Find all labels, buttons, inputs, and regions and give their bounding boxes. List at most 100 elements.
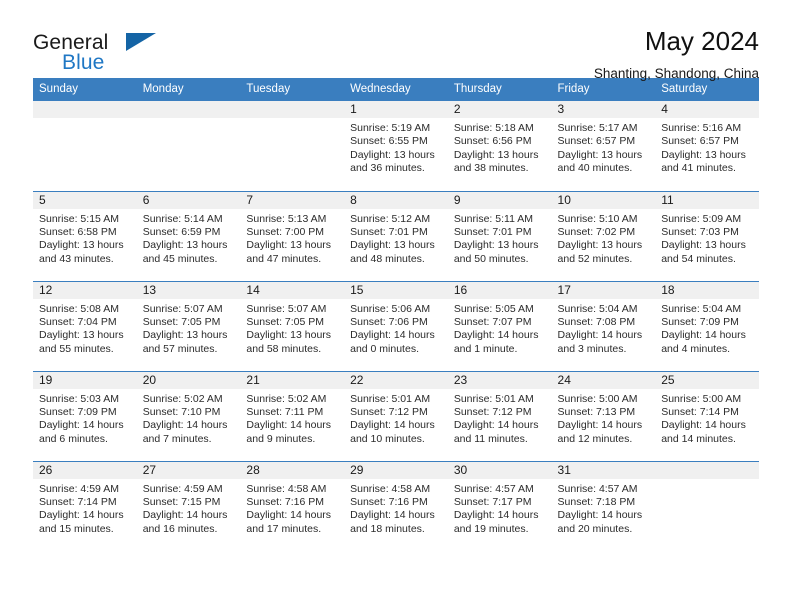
calendar-day-cell[interactable]: 28 Sunrise: 4:58 AM Sunset: 7:16 PM Dayligh…	[240, 461, 345, 551]
day-detail-line: and 43 minutes.	[39, 252, 114, 265]
page-title: May 2024	[644, 26, 759, 56]
calendar-day-cell[interactable]: 16 Sunrise: 5:05 AM Sunset: 7:07 PM Dayligh…	[447, 281, 552, 372]
day-number: 11	[655, 191, 759, 209]
day-detail-line: Sunrise: 5:13 AM	[246, 212, 327, 225]
day-number: 28	[240, 461, 345, 479]
calendar-day-cell[interactable]: 3 Sunrise: 5:17 AM Sunset: 6:57 PM Daylight…	[551, 101, 656, 192]
calendar-day-cell[interactable]: 14 Sunrise: 5:07 AM Sunset: 7:05 PM Dayligh…	[240, 281, 345, 372]
calendar-day-cell[interactable]: 24 Sunrise: 5:00 AM Sunset: 7:13 PM Dayligh…	[551, 371, 656, 462]
day-number: 12	[33, 281, 137, 299]
calendar-day-cell[interactable]: 27 Sunrise: 4:59 AM Sunset: 7:15 PM Dayligh…	[136, 461, 241, 551]
general-blue-logo[interactable]: General Blue	[33, 28, 163, 76]
calendar-day-cell[interactable]: 26 Sunrise: 4:59 AM Sunset: 7:14 PM Dayligh…	[33, 461, 137, 551]
calendar-day-cell[interactable]: 18 Sunrise: 5:04 AM Sunset: 7:09 PM Dayligh…	[655, 281, 759, 372]
day-details: Sunrise: 5:19 AM Sunset: 6:55 PM Daylight:…	[344, 118, 448, 176]
calendar-day-cell-empty	[33, 101, 137, 192]
logo-text-general: General	[33, 31, 109, 54]
day-detail-line: Sunrise: 5:18 AM	[453, 122, 534, 134]
day-details: Sunrise: 5:05 AM Sunset: 7:07 PM Daylight:…	[448, 299, 552, 357]
weekday-header-friday: Friday	[551, 78, 656, 101]
day-detail-line: Daylight: 13 hours	[39, 329, 124, 342]
day-details: Sunrise: 4:58 AM Sunset: 7:16 PM Daylight:…	[240, 479, 344, 537]
day-detail-line: Sunset: 7:16 PM	[246, 495, 325, 508]
day-detail-line: Sunset: 7:12 PM	[350, 405, 428, 418]
day-details: Sunrise: 5:01 AM Sunset: 7:12 PM Daylight:…	[448, 389, 552, 447]
calendar-day-cell[interactable]: 4 Sunrise: 5:16 AM Sunset: 6:57 PM Daylight…	[655, 101, 759, 192]
day-detail-line: Sunset: 7:03 PM	[661, 225, 739, 238]
day-detail-line: Daylight: 13 hours	[142, 239, 228, 252]
calendar-day-cell[interactable]: 17 Sunrise: 5:04 AM Sunset: 7:08 PM Dayligh…	[551, 281, 656, 372]
calendar-day-cell-empty	[655, 461, 759, 551]
day-detail-line: and 47 minutes.	[246, 252, 322, 265]
day-number: 19	[33, 371, 137, 389]
calendar-day-cell[interactable]: 19 Sunrise: 5:03 AM Sunset: 7:09 PM Dayligh…	[33, 371, 137, 462]
day-details: Sunrise: 5:14 AM Sunset: 6:59 PM Daylight:…	[137, 209, 241, 267]
day-number	[240, 101, 345, 118]
day-detail-line: Sunrise: 5:08 AM	[39, 302, 119, 315]
day-detail-line: Sunset: 7:16 PM	[350, 495, 428, 508]
title-block: May 2024 Shanting, Shandong, China	[594, 26, 759, 81]
day-number: 8	[344, 191, 448, 209]
day-detail-line: Sunset: 7:01 PM	[350, 225, 428, 238]
calendar-day-cell[interactable]: 31 Sunrise: 4:57 AM Sunset: 7:18 PM Dayligh…	[551, 461, 656, 551]
calendar-day-cell[interactable]: 7 Sunrise: 5:13 AM Sunset: 7:00 PM Daylight…	[240, 191, 345, 282]
calendar-day-cell[interactable]: 22 Sunrise: 5:01 AM Sunset: 7:12 PM Dayligh…	[344, 371, 448, 462]
day-detail-line: and 48 minutes.	[350, 252, 425, 265]
day-number: 4	[655, 101, 759, 118]
day-detail-line: and 18 minutes.	[350, 522, 425, 535]
calendar-day-cell[interactable]: 15 Sunrise: 5:06 AM Sunset: 7:06 PM Dayligh…	[344, 281, 448, 372]
day-details	[33, 118, 137, 122]
day-number: 5	[33, 191, 137, 209]
day-detail-line: Sunrise: 5:19 AM	[350, 122, 431, 134]
day-detail-line: and 57 minutes.	[142, 342, 218, 355]
day-detail-line: Sunrise: 5:16 AM	[661, 122, 742, 134]
day-detail-line: Sunrise: 5:00 AM	[557, 392, 638, 405]
day-detail-line: Daylight: 14 hours	[246, 419, 332, 432]
calendar-week-row: 19 Sunrise: 5:03 AM Sunset: 7:09 PM Dayligh…	[33, 371, 759, 462]
calendar-day-cell[interactable]: 5 Sunrise: 5:15 AM Sunset: 6:58 PM Daylight…	[33, 191, 137, 282]
day-detail-line: Daylight: 13 hours	[39, 239, 124, 252]
calendar-day-cell[interactable]: 23 Sunrise: 5:01 AM Sunset: 7:12 PM Dayligh…	[447, 371, 552, 462]
calendar-day-cell[interactable]: 11 Sunrise: 5:09 AM Sunset: 7:03 PM Dayligh…	[655, 191, 759, 282]
calendar-day-cell[interactable]: 6 Sunrise: 5:14 AM Sunset: 6:59 PM Daylight…	[136, 191, 241, 282]
day-detail-line: Sunrise: 5:00 AM	[661, 392, 742, 405]
calendar-body: 1 Sunrise: 5:19 AM Sunset: 6:55 PM Daylight…	[33, 101, 759, 551]
day-detail-line: Sunset: 7:02 PM	[557, 225, 636, 238]
day-detail-line: and 41 minutes.	[661, 162, 736, 175]
day-detail-line: Sunset: 6:56 PM	[453, 135, 532, 148]
day-number: 31	[551, 461, 656, 479]
calendar-day-cell[interactable]: 9 Sunrise: 5:11 AM Sunset: 7:01 PM Daylight…	[447, 191, 552, 282]
day-number: 14	[240, 281, 345, 299]
day-detail-line: Sunset: 6:58 PM	[39, 225, 117, 238]
calendar-day-cell[interactable]: 30 Sunrise: 4:57 AM Sunset: 7:17 PM Dayligh…	[447, 461, 552, 551]
calendar-day-cell[interactable]: 25 Sunrise: 5:00 AM Sunset: 7:14 PM Dayligh…	[655, 371, 759, 462]
sunrise-sunset-calendar: Sunday Monday Tuesday Wednesday Thursday Frid…	[33, 78, 759, 551]
day-detail-line: Daylight: 14 hours	[350, 329, 435, 342]
day-details: Sunrise: 5:04 AM Sunset: 7:09 PM Daylight:…	[655, 299, 759, 357]
day-detail-line: and 6 minutes.	[39, 432, 108, 445]
day-detail-line: Sunset: 7:06 PM	[350, 315, 428, 328]
day-number: 16	[447, 281, 552, 299]
day-detail-line: Daylight: 13 hours	[453, 148, 539, 161]
calendar-day-cell[interactable]: 29 Sunrise: 4:58 AM Sunset: 7:16 PM Dayligh…	[344, 461, 448, 551]
day-details: Sunrise: 5:00 AM Sunset: 7:13 PM Daylight:…	[552, 389, 656, 447]
calendar-day-cell[interactable]: 21 Sunrise: 5:02 AM Sunset: 7:11 PM Dayligh…	[240, 371, 345, 462]
calendar-day-cell[interactable]: 12 Sunrise: 5:08 AM Sunset: 7:04 PM Dayligh…	[33, 281, 137, 372]
calendar-day-cell[interactable]: 10 Sunrise: 5:10 AM Sunset: 7:02 PM Dayligh…	[551, 191, 656, 282]
day-detail-line: and 52 minutes.	[557, 252, 633, 265]
day-detail-line: Daylight: 14 hours	[453, 329, 539, 342]
day-detail-line: Sunset: 7:14 PM	[39, 495, 117, 508]
page-header: General Blue May 2024 Shanting, Shandong…	[33, 0, 759, 81]
calendar-day-cell[interactable]: 2 Sunrise: 5:18 AM Sunset: 6:56 PM Daylight…	[447, 101, 552, 192]
day-detail-line: Sunrise: 5:07 AM	[246, 302, 327, 315]
day-details: Sunrise: 5:01 AM Sunset: 7:12 PM Daylight:…	[344, 389, 448, 447]
day-detail-line: Sunset: 7:05 PM	[246, 315, 325, 328]
calendar-day-cell[interactable]: 8 Sunrise: 5:12 AM Sunset: 7:01 PM Daylight…	[344, 191, 448, 282]
calendar-day-cell[interactable]: 20 Sunrise: 5:02 AM Sunset: 7:10 PM Dayligh…	[136, 371, 241, 462]
day-details: Sunrise: 5:12 AM Sunset: 7:01 PM Daylight:…	[344, 209, 448, 267]
calendar-day-cell[interactable]: 13 Sunrise: 5:07 AM Sunset: 7:05 PM Dayligh…	[136, 281, 241, 372]
day-detail-line: Sunset: 6:55 PM	[350, 135, 428, 148]
day-number: 20	[136, 371, 241, 389]
calendar-day-cell[interactable]: 1 Sunrise: 5:19 AM Sunset: 6:55 PM Daylight…	[344, 101, 448, 192]
day-detail-line: Sunset: 7:14 PM	[661, 405, 739, 418]
